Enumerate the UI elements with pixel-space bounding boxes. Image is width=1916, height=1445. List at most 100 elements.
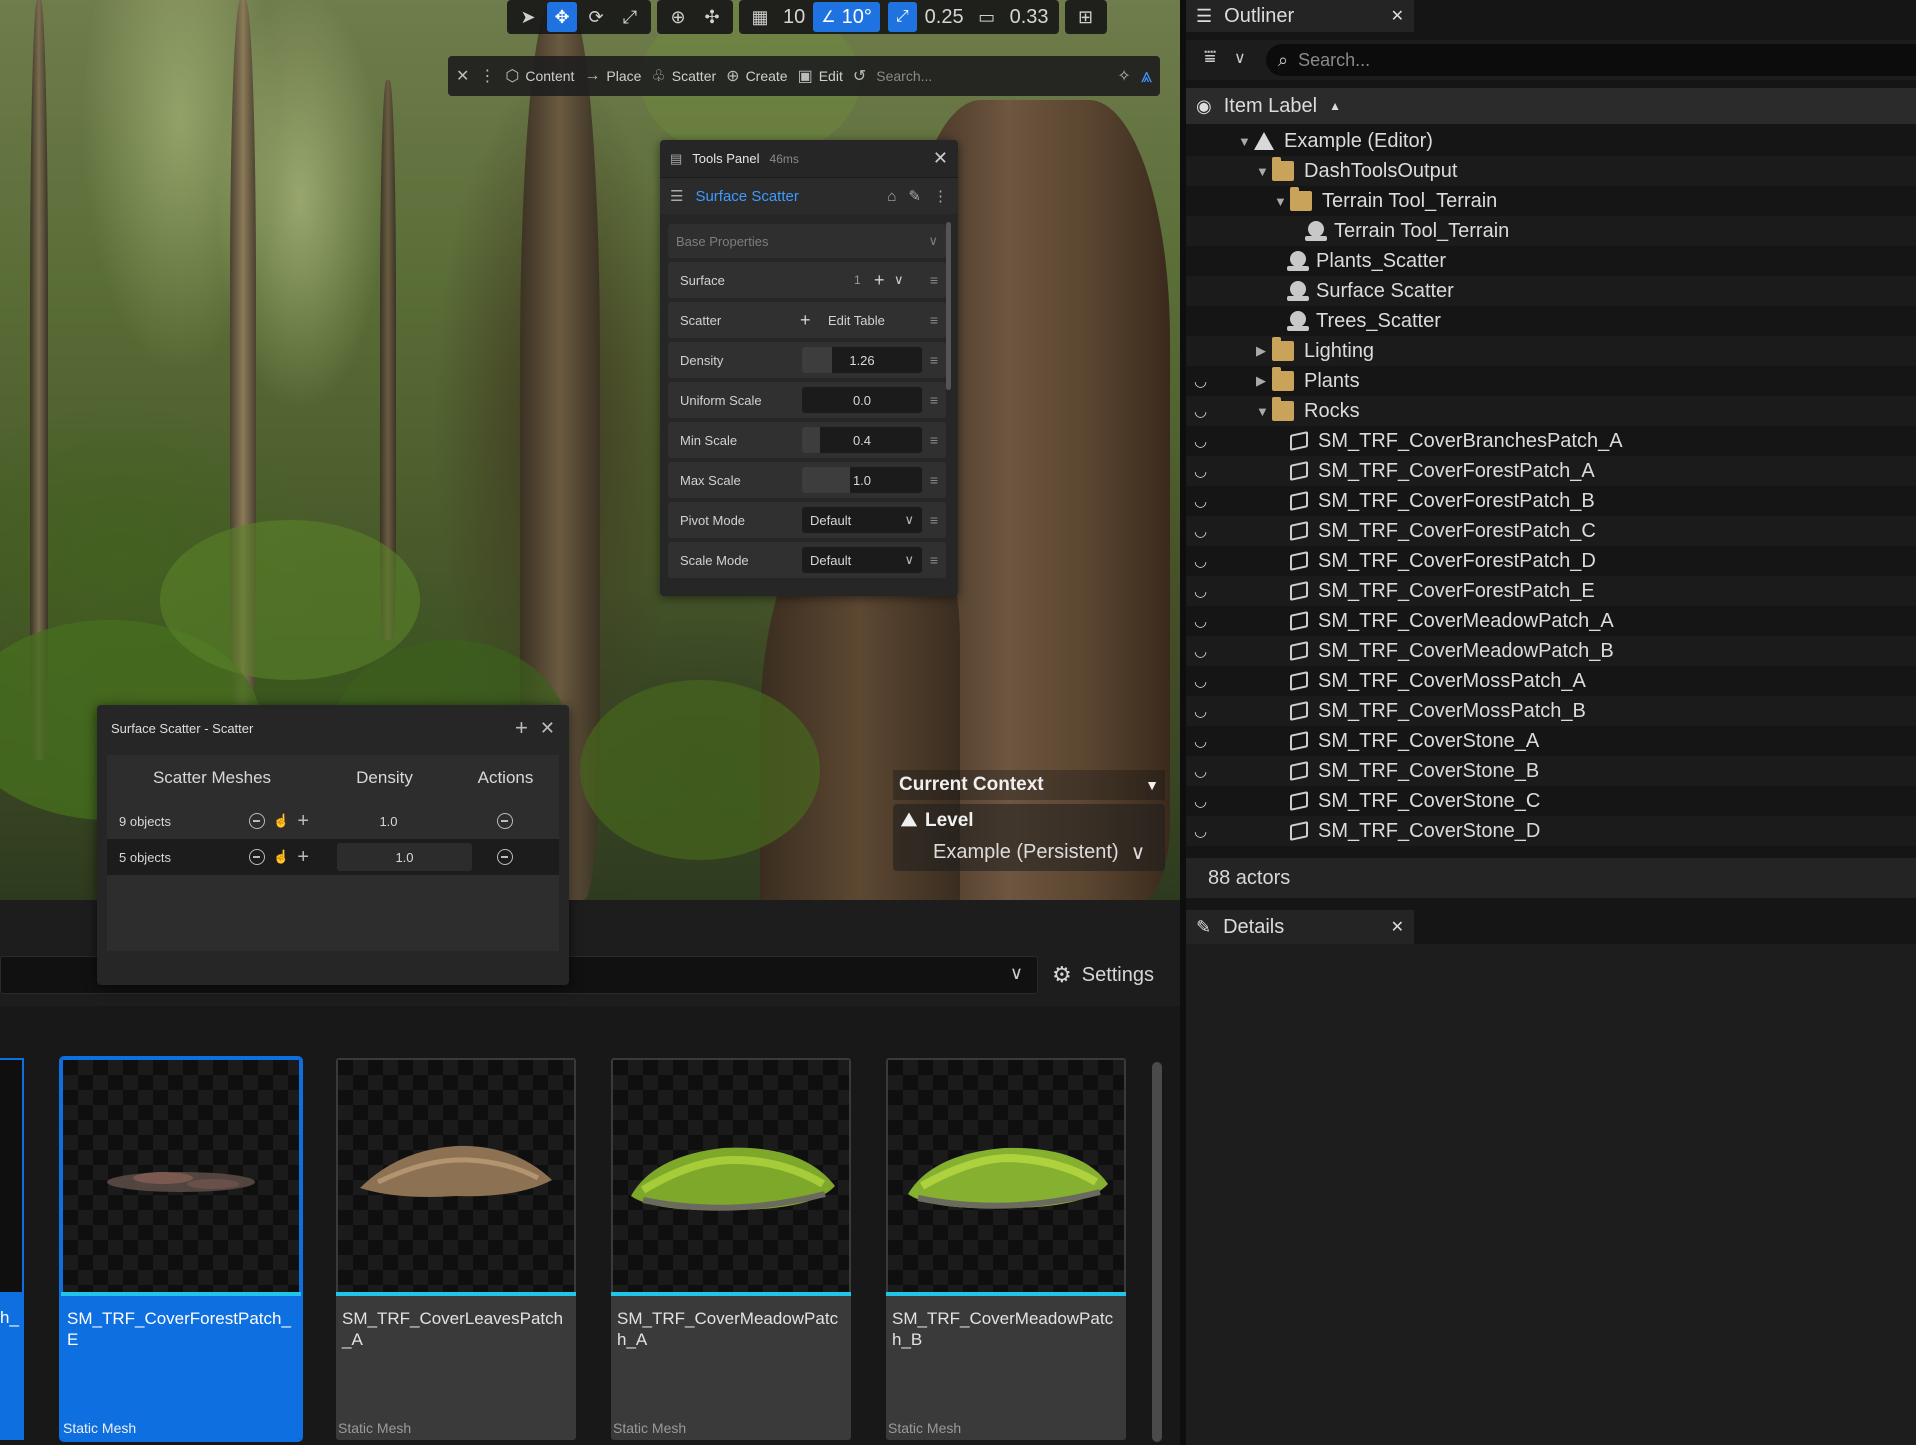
hidden-eye-icon[interactable]: ◡ [1194,696,1218,726]
hidden-eye-icon[interactable]: ◡ [1194,576,1218,606]
density-cell[interactable]: 1.0 [337,843,472,871]
outliner-row[interactable]: SM_TRF_CoverBranchesPatch_A [1186,426,1916,456]
outliner-row[interactable]: SM_TRF_CoverStone_D [1186,816,1916,846]
remove-row-icon[interactable] [497,813,513,829]
viewport-layout-icon[interactable]: ⊞ [1071,2,1101,32]
place-button[interactable]: → Place [584,67,641,85]
chevron-down-icon[interactable]: ∨ [894,272,904,288]
expand-arrow-icon[interactable]: ▶ [1256,373,1272,389]
add-surface-icon[interactable]: + [874,270,885,291]
table-row[interactable]: 5 objects ☝ + 1.0 [107,839,559,875]
hidden-eye-icon[interactable]: ◡ [1194,606,1218,636]
hidden-eye-icon[interactable]: ◡ [1194,726,1218,756]
density-input[interactable]: 1.26 [802,347,922,373]
hidden-eye-icon[interactable]: ◡ [1194,756,1218,786]
outliner-row[interactable]: SM_TRF_CoverStone_C [1186,786,1916,816]
camera-speed-icon[interactable]: ▭ [972,2,1002,32]
outliner-row[interactable]: SM_TRF_CoverForestPatch_C [1186,516,1916,546]
close-icon[interactable]: ✕ [456,66,469,86]
asset-grid-scrollbar[interactable] [1152,1062,1162,1442]
density-cell[interactable]: 1.0 [321,803,456,839]
outliner-row[interactable]: SM_TRF_CoverMeadowPatch_B [1186,636,1916,666]
close-icon[interactable]: ✕ [1391,917,1404,937]
outliner-row[interactable]: SM_TRF_CoverForestPatch_A [1186,456,1916,486]
add-scatter-icon[interactable]: + [800,310,811,331]
outliner-row[interactable]: SM_TRF_CoverStone_B [1186,756,1916,786]
close-icon[interactable]: ✕ [933,148,948,169]
min-scale-input[interactable]: 0.4 [802,427,922,453]
remove-row-icon[interactable] [497,849,513,865]
row-menu-icon[interactable]: ≡ [930,392,938,408]
base-properties-section[interactable]: Base Properties ∨ [668,224,946,258]
edit-table-button[interactable]: Edit Table [828,313,885,328]
hidden-eye-icon[interactable]: ◡ [1194,456,1218,486]
outliner-search-input[interactable]: ⌕ Search... [1266,44,1916,76]
hidden-eye-icon[interactable]: ◡ [1194,786,1218,816]
hidden-eye-icon[interactable]: ◡ [1194,636,1218,666]
pin-icon[interactable]: ✎ [908,187,921,205]
remove-icon[interactable] [249,813,266,829]
add-icon[interactable]: + [297,810,309,833]
asset-tile[interactable]: SM_TRF_CoverLeavesPatch_A Static Mesh [336,1058,576,1440]
outliner-row[interactable]: SM_TRF_CoverForestPatch_E [1186,576,1916,606]
mode-search-input[interactable]: Search... [876,68,1107,84]
angle-snap-toggle[interactable]: ∠ 10° [813,2,880,32]
grid-snap-icon[interactable]: ▦ [745,2,775,32]
outliner-row[interactable]: SM_TRF_CoverMossPatch_A [1186,666,1916,696]
outliner-row[interactable]: ▼ Example (Editor) [1186,126,1916,156]
pick-icon[interactable]: ☝ [273,849,289,865]
scale-mode-select[interactable]: Default ∨ [802,547,922,573]
scale-icon[interactable]: ⤢ [615,2,645,32]
filter-icon[interactable]: ⩸ [1204,46,1216,69]
row-menu-icon[interactable]: ≡ [930,432,938,448]
grid-snap-value[interactable]: 10 [779,6,809,29]
select-icon[interactable]: ➤ [513,2,543,32]
scrollbar-thumb[interactable] [1152,1062,1162,1442]
max-scale-input[interactable]: 1.0 [802,467,922,493]
details-tab[interactable]: ✎ Details ✕ [1186,910,1414,944]
active-tool-name[interactable]: Surface Scatter [695,188,798,205]
close-icon[interactable]: ✕ [1391,6,1404,26]
outliner-row[interactable]: SM_TRF_CoverForestPatch_D [1186,546,1916,576]
outliner-row[interactable]: ▼ DashToolsOutput [1186,156,1916,186]
current-context-header[interactable]: Current Context ▼ [893,770,1165,800]
outliner-row[interactable]: Terrain Tool_Terrain [1186,216,1916,246]
hidden-eye-icon[interactable]: ◡ [1194,666,1218,696]
scale-snap-toggle[interactable]: ⤢ [887,2,917,32]
settings-button[interactable]: ⚙ Settings [1040,956,1178,994]
chevron-down-icon[interactable]: ∨ [1234,48,1246,68]
row-menu-icon[interactable]: ≡ [930,472,938,488]
edit-button[interactable]: ▣ Edit [798,66,843,86]
outliner-row[interactable]: SM_TRF_CoverForestPatch_B [1186,486,1916,516]
tools-panel-scrollbar[interactable] [946,222,951,390]
row-menu-icon[interactable]: ≡ [930,312,938,328]
move-icon[interactable]: ✥ [547,2,577,32]
add-icon[interactable]: + [297,846,309,869]
close-icon[interactable]: ✕ [540,718,555,739]
hidden-eye-icon[interactable]: ◡ [1194,816,1218,846]
create-button[interactable]: ⊕ Create [726,66,787,86]
row-menu-icon[interactable]: ≡ [930,272,938,288]
uniform-scale-input[interactable]: 0.0 [802,387,922,413]
expand-arrow-icon[interactable]: ▼ [1274,194,1290,209]
expand-arrow-icon[interactable]: ▼ [1238,134,1254,149]
outliner-row[interactable]: ▶ Plants [1186,366,1916,396]
expand-arrow-icon[interactable]: ▼ [1256,404,1272,419]
hidden-eye-icon[interactable]: ◡ [1194,396,1218,426]
outliner-row[interactable]: ▶ Lighting [1186,336,1916,366]
outliner-row[interactable]: Plants_Scatter [1186,246,1916,276]
scale-snap-value[interactable]: 0.25 [921,6,968,29]
asset-tile[interactable]: SM_TRF_CoverForestPatch_E Static Mesh [59,1056,303,1442]
outliner-column-header[interactable]: ◉ Item Label ▲ [1186,88,1916,124]
dash-logo-icon[interactable]: ⩓ [1141,65,1152,88]
hidden-eye-icon[interactable]: ◡ [1194,516,1218,546]
outliner-row[interactable]: Surface Scatter [1186,276,1916,306]
basket-icon[interactable]: ⌂ [887,188,896,205]
chevron-down-icon[interactable]: ∨ [1010,963,1023,984]
level-select[interactable]: Example (Persistent) ∨ [901,840,1157,865]
hidden-eye-icon[interactable]: ◡ [1194,546,1218,576]
add-icon[interactable]: + [515,715,528,741]
surface-snap-icon[interactable]: ✣ [697,2,727,32]
outliner-row[interactable]: Trees_Scatter [1186,306,1916,336]
sparkle-icon[interactable]: ✧ [1117,66,1130,86]
